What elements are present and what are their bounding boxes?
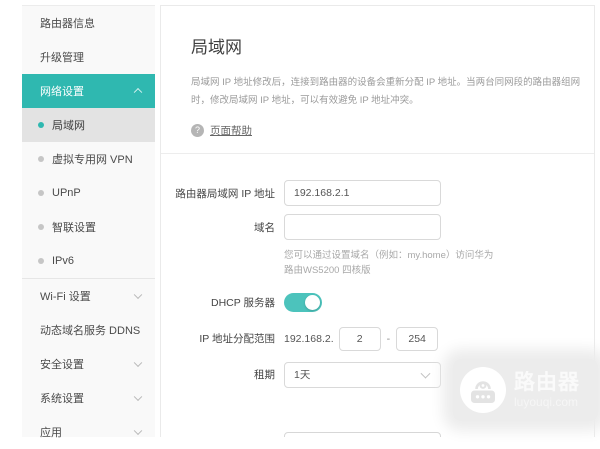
sidebar-item-apps[interactable]: 应用 xyxy=(22,415,155,449)
bullet-icon xyxy=(38,224,44,230)
sidebar-item-label: 升级管理 xyxy=(40,52,84,64)
sidebar-item-ipv6[interactable]: IPv6 xyxy=(22,244,155,278)
save-button[interactable]: 保存 xyxy=(284,431,441,437)
dhcp-label: DHCP 服务器 xyxy=(211,296,275,309)
lease-label: 租期 xyxy=(254,369,275,381)
chevron-up-icon xyxy=(133,87,143,97)
ip-range-fields: 192.168.2. - xyxy=(284,326,439,351)
sidebar-item-label: 智联设置 xyxy=(52,222,96,234)
lan-ip-row: 路由器局域网 IP 地址 xyxy=(161,180,594,207)
ip-range-prefix: 192.168.2. xyxy=(284,332,334,345)
domain-row: 域名 xyxy=(161,214,594,241)
sidebar-item-upnp[interactable]: UPnP xyxy=(22,176,155,210)
dhcp-row: DHCP 服务器 xyxy=(161,292,594,312)
bullet-icon xyxy=(38,190,44,196)
ip-range-label: IP 地址分配范围 xyxy=(199,333,275,345)
page-help-link[interactable]: 页面帮助 xyxy=(210,123,252,138)
chevron-down-icon xyxy=(420,368,431,379)
sidebar-item-label: 动态域名服务 DDNS xyxy=(40,325,141,337)
sidebar-item-label: UPnP xyxy=(52,187,81,199)
sidebar-item-smart-link[interactable]: 智联设置 xyxy=(22,210,155,244)
sidebar-item-label: IPv6 xyxy=(52,255,75,267)
router-admin-page: 路由器信息 升级管理 网络设置 局域网 虚拟专用网 VPN UPnP 智联设置 … xyxy=(0,0,600,439)
lease-selected-value: 1天 xyxy=(294,369,311,381)
chevron-down-icon xyxy=(133,290,143,300)
sidebar-item-label: 应用 xyxy=(40,427,62,439)
watermark-text: 路由器 luyouqi.com xyxy=(514,371,580,408)
sidebar-item-wifi[interactable]: Wi-Fi 设置 xyxy=(22,279,155,313)
sidebar-item-label: 路由器信息 xyxy=(40,18,95,30)
toggle-knob-icon xyxy=(305,294,320,310)
bullet-icon xyxy=(38,122,44,128)
sidebar-item-label: Wi-Fi 设置 xyxy=(40,291,91,303)
bullet-icon xyxy=(38,258,44,264)
sidebar-item-security[interactable]: 安全设置 xyxy=(22,347,155,381)
ip-range-end-input[interactable] xyxy=(396,326,439,351)
sidebar-item-ddns[interactable]: 动态域名服务 DDNS xyxy=(22,313,155,347)
sidebar-item-router-info[interactable]: 路由器信息 xyxy=(22,6,155,40)
watermark: 路由器 luyouqi.com xyxy=(453,359,598,421)
sidebar-item-label: 网络设置 xyxy=(40,86,84,98)
sidebar-item-upgrade[interactable]: 升级管理 xyxy=(22,40,155,74)
ip-range-separator: - xyxy=(386,332,391,345)
router-icon xyxy=(471,381,495,403)
help-icon: ? xyxy=(191,124,204,138)
sidebar-item-label: 局域网 xyxy=(52,120,85,132)
dhcp-toggle[interactable] xyxy=(284,292,322,312)
page-help: ? 页面帮助 xyxy=(191,123,564,138)
chevron-down-icon xyxy=(133,426,143,436)
chevron-down-icon xyxy=(133,392,143,402)
sidebar-item-vpn[interactable]: 虚拟专用网 VPN xyxy=(22,142,155,176)
domain-input[interactable] xyxy=(284,214,441,241)
sidebar-item-lan[interactable]: 局域网 xyxy=(22,108,155,142)
page-title: 局域网 xyxy=(191,38,242,57)
sidebar-group-network-settings[interactable]: 网络设置 xyxy=(22,74,155,108)
chevron-down-icon xyxy=(133,358,143,368)
domain-label: 域名 xyxy=(254,221,275,234)
page-description: 局域网 IP 地址修改后，连接到路由器的设备会重新分配 IP 地址。当两台同网段… xyxy=(191,77,581,106)
watermark-logo xyxy=(460,367,506,413)
domain-hint: 您可以通过设置域名（例如：my.home）访问华为路由WS5200 四核版 xyxy=(284,250,494,277)
lease-select[interactable]: 1天 xyxy=(284,361,441,388)
watermark-title: 路由器 xyxy=(514,371,580,395)
bullet-icon xyxy=(38,156,44,162)
page-header: 局域网 局域网 IP 地址修改后，连接到路由器的设备会重新分配 IP 地址。当两… xyxy=(161,6,594,155)
sidebar: 路由器信息 升级管理 网络设置 局域网 虚拟专用网 VPN UPnP 智联设置 … xyxy=(22,5,155,439)
sidebar-item-label: 系统设置 xyxy=(40,393,84,405)
sidebar-item-label: 安全设置 xyxy=(40,359,84,371)
watermark-domain: luyouqi.com xyxy=(514,394,579,409)
lan-ip-input[interactable] xyxy=(284,180,441,207)
sidebar-item-label: 虚拟专用网 VPN xyxy=(52,154,133,166)
ip-range-start-input[interactable] xyxy=(338,326,381,351)
lan-ip-label: 路由器局域网 IP 地址 xyxy=(175,187,275,200)
ip-range-row: IP 地址分配范围 192.168.2. - xyxy=(161,326,594,351)
sidebar-item-system[interactable]: 系统设置 xyxy=(22,381,155,415)
